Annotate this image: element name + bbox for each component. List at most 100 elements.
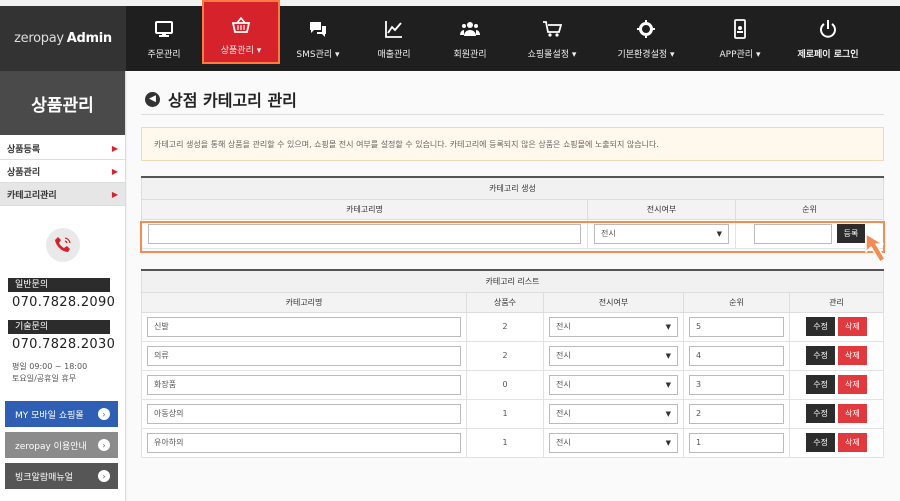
delete-button[interactable]: 삭제 — [838, 433, 867, 452]
display-select[interactable]: 전시 ▼ — [594, 223, 729, 244]
hours-weekday: 평일 09:00 ~ 18:00 — [12, 362, 88, 371]
back-arrow-icon[interactable]: ◀ — [145, 91, 160, 107]
nav-members[interactable]: 회원관리 — [432, 6, 508, 71]
page-title: ◀ 상점 카테고리 관리 — [145, 87, 297, 111]
category-name-input[interactable] — [148, 223, 581, 244]
row-display-select[interactable]: 전시 ▼ — [549, 374, 678, 395]
sidebar-item-label: 상품등록 — [7, 144, 41, 155]
register-button[interactable]: 등록 — [836, 224, 866, 243]
edit-button[interactable]: 수정 — [806, 375, 835, 394]
general-inquiry-phone: 070.7828.2090 — [12, 295, 116, 310]
nav-orders[interactable]: 주문관리 — [126, 6, 202, 71]
row-name-input[interactable]: 화장품 — [147, 374, 461, 395]
column-header: 상품수 — [466, 291, 544, 313]
top-navigation-bar: zeropay Admin 주문관리 상품관리 ▾ SMS관리 ▾ 매출관리 회… — [0, 0, 900, 71]
row-count: 1 — [466, 427, 544, 458]
column-header: 순위 — [735, 198, 884, 220]
chevron-right-icon: ▶ — [111, 166, 118, 176]
select-value: 전시 — [556, 408, 571, 418]
row-rank-input[interactable]: 3 — [689, 374, 784, 395]
caret-down-icon: ▼ — [665, 380, 671, 389]
sidebar-item-category-manage[interactable]: 카테고리관리 ▶ — [0, 183, 125, 206]
button-label: MY 모바일 쇼핑몰 — [15, 410, 84, 421]
sidebar: 상품관리 상품등록 ▶ 상품관리 ▶ 카테고리관리 ▶ 일반문의 070.782… — [0, 71, 126, 501]
sidebar-item-product-manage[interactable]: 상품관리 ▶ — [0, 160, 125, 183]
notice-box: 카테고리 생성을 통해 상품을 관리할 수 있으며, 쇼핑몰 전시 여부를 설정… — [141, 127, 884, 161]
brand-logo[interactable]: zeropay Admin — [0, 6, 126, 71]
zeropay-guide-button[interactable]: zeropay 이용안내 › — [5, 432, 118, 458]
my-mobile-shop-button[interactable]: MY 모바일 쇼핑몰 › — [5, 401, 118, 427]
manual-button[interactable]: 빙크알람매뉴얼 › — [5, 463, 118, 489]
row-name-input[interactable]: 아동상의 — [147, 403, 461, 424]
table-row: 화장품 0 전시 ▼ 3 수정 삭제 — [141, 369, 884, 400]
row-display-select[interactable]: 전시 ▼ — [549, 345, 678, 366]
chevron-right-icon: ▶ — [111, 189, 118, 199]
nav-label: 회원관리 — [453, 49, 487, 60]
rank-input[interactable] — [753, 223, 832, 244]
app-frame: zeropay Admin 주문관리 상품관리 ▾ SMS관리 ▾ 매출관리 회… — [0, 0, 900, 501]
list-caption: 카테고리 리스트 — [141, 269, 884, 293]
row-display-select[interactable]: 전시 ▼ — [549, 316, 678, 337]
nav-label: 매출관리 — [377, 49, 411, 60]
edit-button[interactable]: 수정 — [806, 433, 835, 452]
nav-app[interactable]: APP관리 ▾ — [696, 6, 784, 71]
general-inquiry-label: 일반문의 — [8, 278, 110, 292]
nav-shop-settings[interactable]: 쇼핑몰설정 ▾ — [508, 6, 596, 71]
nav-label: SMS관리 ▾ — [296, 49, 340, 60]
arrow-right-icon: › — [98, 470, 110, 482]
row-count: 2 — [466, 340, 544, 371]
nav-basic-settings[interactable]: 기본환경설정 ▾ — [596, 6, 696, 71]
column-header: 전시여부 — [587, 198, 736, 220]
edit-button[interactable]: 수정 — [806, 317, 835, 336]
hours-holiday: 토요일/공휴일 휴무 — [12, 374, 77, 383]
gear-icon — [635, 18, 657, 40]
chat-icon — [307, 18, 329, 40]
caret-down-icon: ▼ — [716, 229, 722, 238]
sidebar-item-product-register[interactable]: 상품등록 ▶ — [0, 137, 125, 160]
sidebar-item-label: 카테고리관리 — [7, 190, 57, 201]
nav-label: APP관리 ▾ — [719, 49, 761, 60]
nav-label: 기본환경설정 ▾ — [617, 49, 675, 60]
row-display-select[interactable]: 전시 ▼ — [549, 403, 678, 424]
column-header: 전시여부 — [543, 291, 684, 313]
row-display-select[interactable]: 전시 ▼ — [549, 432, 678, 453]
row-name-input[interactable]: 의류 — [147, 345, 461, 366]
column-header: 순위 — [683, 291, 790, 313]
sidebar-title: 상품관리 — [0, 71, 125, 135]
power-icon — [817, 18, 839, 40]
button-label: zeropay 이용안내 — [15, 441, 87, 452]
create-caption: 카테고리 생성 — [141, 176, 884, 200]
tech-inquiry-phone: 070.7828.2030 — [12, 337, 116, 352]
row-rank-input[interactable]: 4 — [689, 345, 784, 366]
delete-button[interactable]: 삭제 — [838, 404, 867, 423]
chart-icon — [383, 18, 405, 40]
delete-button[interactable]: 삭제 — [838, 317, 867, 336]
nav-sales[interactable]: 매출관리 — [356, 6, 432, 71]
brand-name: zeropay — [14, 31, 64, 46]
tech-inquiry-label: 기술문의 — [8, 320, 110, 334]
edit-button[interactable]: 수정 — [806, 404, 835, 423]
button-label: 빙크알람매뉴얼 — [15, 472, 73, 483]
select-value: 전시 — [601, 228, 616, 238]
chevron-right-icon: ▶ — [111, 143, 118, 153]
sidebar-menu: 상품등록 ▶ 상품관리 ▶ 카테고리관리 ▶ — [0, 137, 125, 206]
edit-button[interactable]: 수정 — [806, 346, 835, 365]
cart-icon — [541, 18, 563, 40]
delete-button[interactable]: 삭제 — [838, 346, 867, 365]
nav-sms[interactable]: SMS관리 ▾ — [280, 6, 356, 71]
phone-icon — [45, 228, 80, 262]
column-header: 카테고리명 — [141, 198, 588, 220]
row-name-input[interactable]: 신발 — [147, 316, 461, 337]
nav-products[interactable]: 상품관리 ▾ — [202, 0, 280, 64]
row-rank-input[interactable]: 1 — [689, 432, 784, 453]
row-rank-input[interactable]: 5 — [689, 316, 784, 337]
phone-app-icon — [729, 18, 751, 40]
row-rank-input[interactable]: 2 — [689, 403, 784, 424]
nav-zeropay-login[interactable]: 제로페이 로그인 — [784, 6, 872, 71]
row-name-input[interactable]: 유아하의 — [147, 432, 461, 453]
delete-button[interactable]: 삭제 — [838, 375, 867, 394]
caret-down-icon: ▼ — [665, 322, 671, 331]
column-header: 관리 — [789, 291, 884, 313]
caret-down-icon: ▼ — [665, 409, 671, 418]
basket-icon — [230, 14, 252, 36]
